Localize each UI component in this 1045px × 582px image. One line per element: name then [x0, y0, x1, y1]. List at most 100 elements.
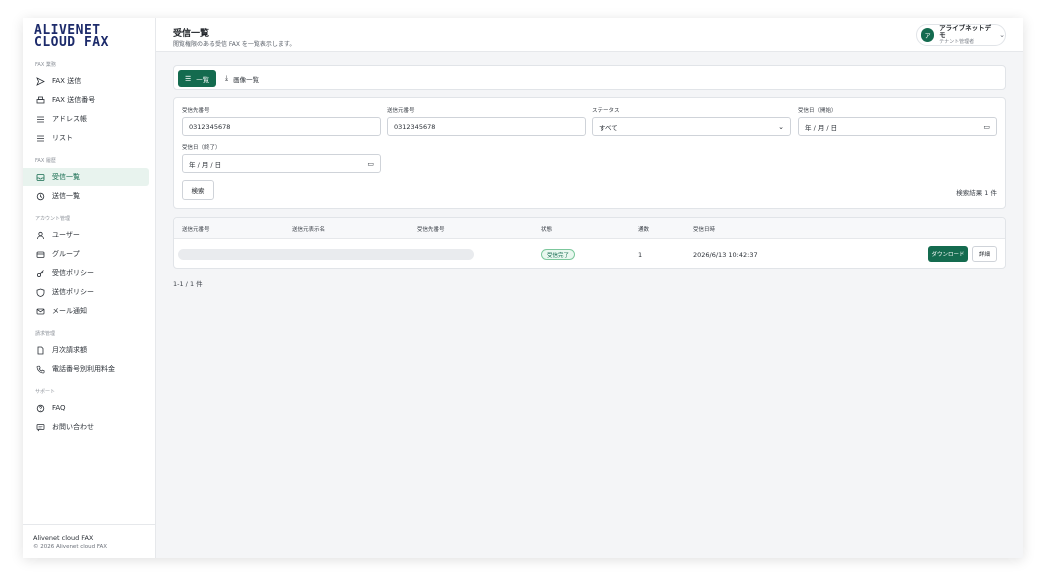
status-field: ステータス すべて ⌄ [592, 106, 791, 136]
user-role: テナント管理者 [939, 38, 975, 45]
view-tabs: ☰ 一覧 ⤓ 画像一覧 [173, 65, 1006, 90]
sidebar-footer: Alivenet cloud FAX © 2026 Alivenet cloud… [23, 524, 155, 558]
page-title: 受信一覧 [173, 29, 210, 39]
footer-copyright: © 2026 Alivenet cloud FAX [33, 544, 108, 550]
document-icon [35, 345, 45, 355]
detail-button[interactable]: 詳細 [972, 246, 997, 262]
sidebar-item-label: FAX 送信 [52, 77, 82, 85]
column-header: 通数 [638, 227, 650, 233]
sidebar-item[interactable]: 送信ポリシー [23, 283, 149, 301]
list-icon [35, 114, 45, 124]
sidebar-item-label: リスト [52, 134, 73, 142]
page-subtitle: 閲覧権限のある受信 FAX を一覧表示します。 [173, 41, 296, 48]
result-count: 検索結果 1 件 [956, 189, 997, 197]
status-select[interactable]: すべて ⌄ [592, 117, 791, 136]
sidebar-item-label: 月次請求額 [52, 346, 87, 354]
filter-panel: 受信先番号 0312345678 送信元番号 0312345678 ステータス … [173, 97, 1006, 209]
sidebar-item[interactable]: メール通知 [23, 302, 149, 320]
sidebar-item[interactable]: 月次請求額 [23, 341, 149, 359]
sidebar-item-label: 受信ポリシー [52, 269, 94, 277]
tab-list-label: 一覧 [196, 75, 210, 84]
sidebar-item[interactable]: リスト [23, 129, 149, 147]
sidebar-item-label: 電話番号別利用料金 [52, 365, 115, 373]
sender-number-label: 送信元番号 [387, 108, 415, 114]
tab-image-list-label: 画像一覧 [233, 75, 260, 84]
sidebar-item[interactable]: お問い合わせ [23, 418, 149, 436]
date-from-field: 受信日（開始） 年 / 月 / 日 ▭ [798, 106, 997, 136]
avatar: ア [921, 28, 935, 42]
sidebar-section-title: 請求管理 [35, 331, 56, 337]
calendar-icon[interactable]: ▭ [983, 123, 990, 131]
chevron-down-icon: ⌄ [778, 122, 784, 131]
sidebar-item-label: 受信一覧 [52, 173, 80, 181]
logo-line-2: CLOUD FAX [34, 35, 109, 50]
logo: ALIVENET CLOUD FAX [23, 18, 155, 49]
group-icon [35, 249, 45, 259]
column-header: 送信元番号 [182, 227, 210, 233]
search-button[interactable]: 検索 [182, 180, 214, 200]
calendar-icon[interactable]: ▭ [367, 160, 374, 168]
sidebar-item[interactable]: 受信一覧 [23, 168, 149, 186]
user-menu[interactable]: ア アライブネットデモ テナント管理者 ⌄ [916, 24, 1006, 46]
sidebar-item[interactable]: FAX 送信番号 [23, 91, 149, 109]
main-content: 受信一覧 閲覧権限のある受信 FAX を一覧表示します。 ア アライブネットデモ… [156, 18, 1023, 558]
date-to-label: 受信日（終了） [182, 145, 221, 151]
column-header: 送信元表示名 [292, 227, 326, 233]
tab-image-list[interactable]: ⤓ 画像一覧 [218, 70, 266, 87]
pagination-info: 1-1 / 1 件 [173, 280, 203, 288]
app-window: ALIVENET CLOUD FAX FAX 業務 FAX 送信 FAX 送信番号ア… [23, 18, 1023, 558]
chevron-down-icon: ⌄ [999, 31, 1005, 39]
sidebar: ALIVENET CLOUD FAX FAX 業務 FAX 送信 FAX 送信番号ア… [23, 18, 156, 558]
users-icon [35, 230, 45, 240]
date-to-field: 受信日（終了） 年 / 月 / 日 ▭ [182, 143, 381, 173]
sidebar-item[interactable]: アドレス帳 [23, 110, 149, 128]
sidebar-item-label: アドレス帳 [52, 115, 87, 123]
sender-number-input[interactable]: 0312345678 [387, 117, 586, 136]
chat-icon [35, 422, 45, 432]
topbar: 受信一覧 閲覧権限のある受信 FAX を一覧表示します。 ア アライブネットデモ… [156, 18, 1023, 52]
sender-number-value: 0312345678 [394, 122, 436, 131]
sidebar-item-label: グループ [52, 250, 80, 258]
recipient-number-value: 0312345678 [189, 122, 231, 131]
column-header: 受信先番号 [417, 227, 445, 233]
sidebar-item-label: お問い合わせ [52, 423, 94, 431]
loading-placeholder [178, 249, 474, 260]
sidebar-item[interactable]: FAQ [23, 399, 149, 417]
sidebar-item[interactable]: ユーザー [23, 226, 149, 244]
status-value: すべて [599, 123, 618, 132]
mail-icon [35, 306, 45, 316]
sidebar-item-label: 送信一覧 [52, 192, 80, 200]
tab-list[interactable]: ☰ 一覧 [178, 70, 217, 87]
sidebar-item[interactable]: 送信一覧 [23, 187, 149, 205]
date-from-label: 受信日（開始） [798, 108, 837, 114]
table-row[interactable]: 受信完了 1 2026/6/13 10:42:37 ダウンロード 詳細 [174, 239, 1005, 269]
key-icon [35, 268, 45, 278]
recipient-number-input[interactable]: 0312345678 [182, 117, 381, 136]
sidebar-item[interactable]: 電話番号別利用料金 [23, 360, 149, 378]
sidebar-section-title: サポート [35, 389, 56, 395]
date-from-input[interactable]: 年 / 月 / 日 ▭ [798, 117, 997, 136]
send-icon [35, 76, 45, 86]
recipient-number-field: 受信先番号 0312345678 [182, 106, 381, 136]
sidebar-section-title: アカウント管理 [35, 216, 71, 222]
list-icon [35, 133, 45, 143]
sender-number-field: 送信元番号 0312345678 [387, 106, 586, 136]
sidebar-item[interactable]: グループ [23, 245, 149, 263]
sidebar-section-title: FAX 業務 [35, 62, 56, 68]
sidebar-item-label: FAQ [52, 404, 66, 412]
status-badge: 受信完了 [541, 249, 576, 260]
received-fax-table: 送信元番号 送信元表示名 受信先番号 状態 通数 受信日時 受信完了 1 202… [173, 217, 1006, 269]
download-icon: ⤓ [225, 74, 229, 82]
list-icon: ☰ [185, 74, 192, 83]
column-header: 状態 [541, 227, 553, 233]
printer-icon [35, 95, 45, 105]
date-to-value: 年 / 月 / 日 [189, 160, 222, 169]
history-icon [35, 191, 45, 201]
page-count: 1 [638, 251, 643, 259]
download-button[interactable]: ダウンロード [928, 246, 968, 262]
column-header: 受信日時 [693, 227, 716, 233]
sidebar-item[interactable]: FAX 送信 [23, 72, 149, 90]
footer-title: Alivenet cloud FAX [33, 534, 94, 542]
date-to-input[interactable]: 年 / 月 / 日 ▭ [182, 154, 381, 173]
sidebar-item[interactable]: 受信ポリシー [23, 264, 149, 282]
